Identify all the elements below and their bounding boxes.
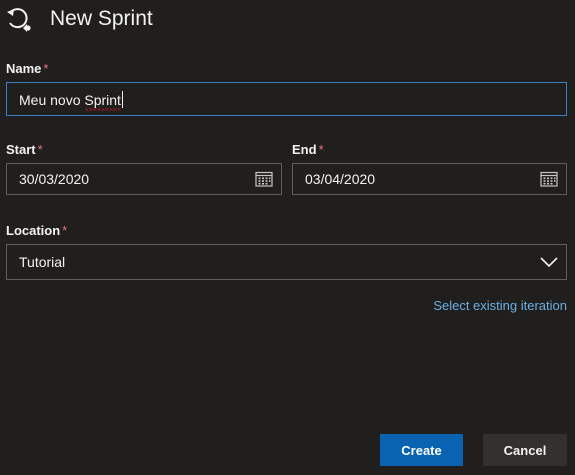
required-mark: * xyxy=(62,223,68,238)
name-input-value-wrap: Meu novo Sprint xyxy=(7,90,566,111)
start-label-text: Start xyxy=(6,142,36,157)
name-input-value: Meu novo Sprint xyxy=(19,91,121,111)
dialog-header: New Sprint xyxy=(6,6,153,32)
calendar-icon[interactable] xyxy=(255,171,273,187)
end-date-input[interactable]: 03/04/2020 xyxy=(292,163,567,195)
end-label: End * xyxy=(292,142,324,158)
location-dropdown[interactable]: Tutorial xyxy=(6,244,567,280)
start-label: Start * xyxy=(6,142,43,158)
calendar-icon[interactable] xyxy=(540,171,558,187)
text-caret xyxy=(121,90,123,108)
required-mark: * xyxy=(37,142,43,157)
start-date-input[interactable]: 30/03/2020 xyxy=(6,163,282,195)
required-mark: * xyxy=(318,142,324,157)
name-input-text: Meu novo Sprint xyxy=(19,91,121,108)
dialog-title: New Sprint xyxy=(50,7,153,30)
spellcheck-underline xyxy=(85,107,121,111)
name-input[interactable]: Meu novo Sprint xyxy=(6,82,567,116)
required-mark: * xyxy=(43,61,49,76)
name-label-text: Name xyxy=(6,61,42,76)
location-label: Location * xyxy=(6,223,67,239)
chevron-down-icon[interactable] xyxy=(540,256,558,268)
end-date-value: 03/04/2020 xyxy=(305,171,376,187)
sprint-cycle-icon xyxy=(7,8,31,32)
create-button[interactable]: Create xyxy=(380,434,463,466)
start-date-value: 30/03/2020 xyxy=(19,171,90,187)
select-existing-iteration-link[interactable]: Select existing iteration xyxy=(433,298,567,314)
location-label-text: Location xyxy=(6,223,61,238)
cancel-button[interactable]: Cancel xyxy=(483,434,567,466)
location-value: Tutorial xyxy=(19,254,66,270)
end-label-text: End xyxy=(292,142,317,157)
name-label: Name * xyxy=(6,61,48,77)
